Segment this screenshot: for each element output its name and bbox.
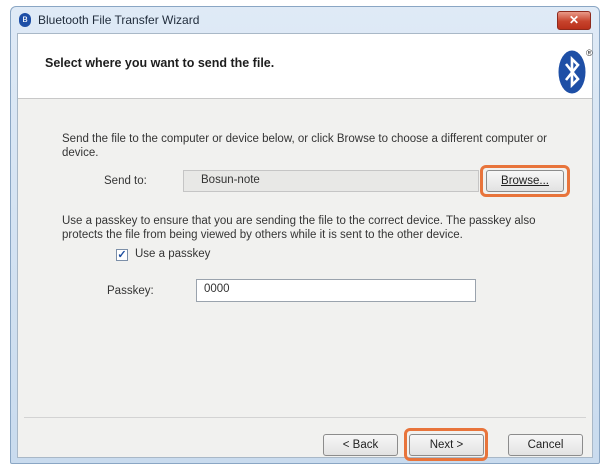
page-title: Select where you want to send the file. bbox=[45, 56, 275, 70]
cancel-button[interactable]: Cancel bbox=[508, 434, 583, 456]
use-passkey-label[interactable]: Use a passkey bbox=[135, 248, 210, 260]
send-to-field: Bosun-note bbox=[183, 170, 479, 192]
send-to-label: Send to: bbox=[104, 175, 147, 187]
bluetooth-icon bbox=[558, 50, 586, 94]
send-instruction: Send the file to the computer or device … bbox=[62, 133, 547, 159]
window-title: Bluetooth File Transfer Wizard bbox=[38, 13, 200, 27]
browse-highlight bbox=[480, 165, 570, 197]
next-highlight bbox=[404, 428, 488, 461]
registered-mark: ® bbox=[586, 48, 593, 58]
wizard-window: ʙ Bluetooth File Transfer Wizard ✕ Selec… bbox=[10, 6, 600, 464]
bluetooth-title-icon: ʙ bbox=[19, 13, 31, 27]
wizard-body: Select where you want to send the file. … bbox=[17, 33, 593, 461]
passkey-input[interactable]: 0000 bbox=[196, 279, 476, 302]
title-bar[interactable]: ʙ Bluetooth File Transfer Wizard ✕ bbox=[11, 7, 599, 33]
passkey-label: Passkey: bbox=[107, 285, 154, 297]
passkey-instruction: Use a passkey to ensure that you are sen… bbox=[62, 215, 536, 241]
wizard-header: Select where you want to send the file. … bbox=[18, 34, 593, 99]
use-passkey-checkbox[interactable]: ✓ bbox=[116, 249, 128, 261]
close-button[interactable]: ✕ bbox=[557, 11, 591, 30]
back-button[interactable]: < Back bbox=[323, 434, 398, 456]
footer-divider bbox=[24, 417, 586, 418]
